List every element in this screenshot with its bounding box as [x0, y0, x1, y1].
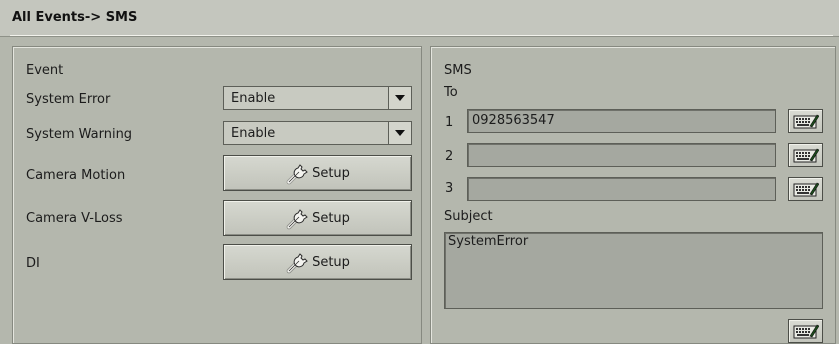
recipient-2-index: 2	[445, 149, 454, 164]
camera-motion-label: Camera Motion	[26, 168, 126, 183]
recipient-1-index: 1	[445, 115, 454, 130]
wrench-icon	[286, 164, 308, 185]
sms-panel: SMS To 1 0928563547 2 3 Subject SystemEr…	[430, 46, 836, 344]
keyboard-pencil-icon	[793, 324, 819, 339]
page-title: All Events-> SMS	[12, 10, 138, 25]
system-error-label: System Error	[26, 92, 111, 107]
event-heading: Event	[26, 63, 64, 78]
keyboard-pencil-icon	[793, 114, 819, 129]
chevron-down-icon	[395, 95, 405, 101]
camera-vloss-setup-label: Setup	[312, 210, 350, 226]
system-warning-select[interactable]: Enable	[223, 121, 412, 145]
camera-motion-setup-button[interactable]: Setup	[223, 155, 412, 191]
recipient-1-input[interactable]: 0928563547	[467, 109, 776, 133]
camera-vloss-setup-button[interactable]: Setup	[223, 200, 412, 236]
subject-value: SystemError	[448, 234, 529, 249]
subject-label: Subject	[444, 209, 493, 224]
recipient-3-index: 3	[445, 181, 454, 196]
title-divider	[10, 35, 833, 36]
recipient-3-keyboard-button[interactable]	[788, 177, 823, 201]
recipient-1-keyboard-button[interactable]	[788, 109, 823, 133]
recipient-3-input[interactable]	[467, 177, 776, 201]
system-error-value: Enable	[231, 91, 276, 106]
chevron-down-icon	[395, 130, 405, 136]
to-label: To	[444, 85, 458, 100]
di-setup-button[interactable]: Setup	[223, 244, 412, 280]
recipient-2-keyboard-button[interactable]	[788, 143, 823, 167]
event-panel: Event System Error Enable System Warning…	[12, 46, 422, 344]
system-warning-label: System Warning	[26, 127, 133, 142]
system-warning-dropdown-button[interactable]	[388, 122, 411, 144]
subject-keyboard-button[interactable]	[788, 319, 823, 343]
title-bar: All Events-> SMS	[0, 0, 839, 37]
wrench-icon	[286, 253, 308, 274]
keyboard-pencil-icon	[793, 182, 819, 197]
system-warning-value: Enable	[231, 126, 276, 141]
di-label: DI	[26, 256, 40, 271]
sms-heading: SMS	[444, 63, 472, 78]
recipient-2-input[interactable]	[467, 143, 776, 167]
di-setup-label: Setup	[312, 254, 350, 270]
keyboard-pencil-icon	[793, 148, 819, 163]
camera-motion-setup-label: Setup	[312, 165, 350, 181]
system-error-dropdown-button[interactable]	[388, 87, 411, 109]
camera-vloss-label: Camera V-Loss	[26, 211, 123, 226]
system-error-select[interactable]: Enable	[223, 86, 412, 110]
recipient-1-value: 0928563547	[472, 113, 555, 128]
wrench-icon	[286, 209, 308, 230]
subject-textarea[interactable]: SystemError	[444, 232, 823, 309]
